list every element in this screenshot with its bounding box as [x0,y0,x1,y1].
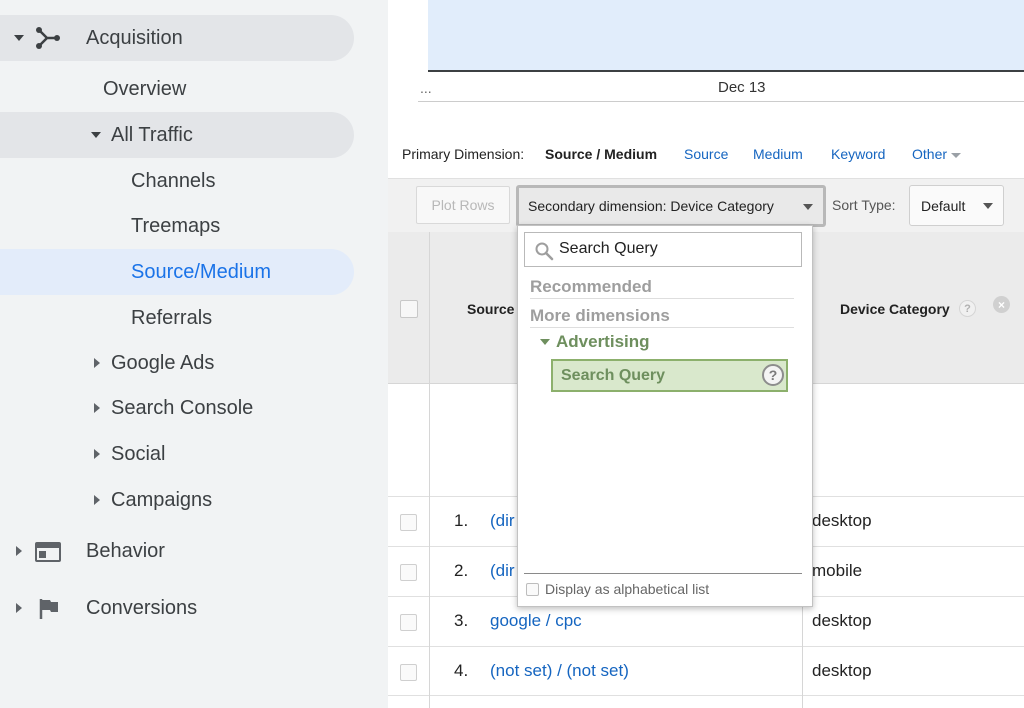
collapsed-caret-icon [94,449,100,459]
collapsed-caret-icon [94,358,100,368]
alphabetical-list-toggle[interactable]: Display as alphabetical list [526,581,709,597]
collapsed-caret-icon [94,495,100,505]
primary-dimension-keyword[interactable]: Keyword [831,146,885,162]
row-source-link[interactable]: (not set) / (not set) [490,661,629,681]
primary-dimension-other[interactable]: Other [912,146,962,162]
row-device: desktop [812,511,872,530]
chart-area [428,0,1024,72]
nav-social-label: Social [111,442,166,465]
nav-behavior-label: Behavior [86,539,165,562]
expand-caret-icon [14,35,24,41]
row-device: desktop [812,661,872,680]
nav-source-medium-label: Source/Medium [131,260,272,283]
nav-all-traffic[interactable]: All Traffic [0,112,354,158]
row-checkbox[interactable] [400,564,417,581]
column-divider [429,232,430,708]
primary-dimension-active: Source / Medium [545,146,658,162]
advertising-group[interactable]: Advertising [540,332,650,352]
active-dimension-pointer [592,170,608,178]
expand-caret-icon [91,132,101,138]
row-number: 3. [454,611,469,630]
search-query-option[interactable]: Search Query ? [551,359,788,392]
help-icon[interactable]: ? [762,364,784,386]
behavior-icon [35,542,61,562]
source-column-header[interactable]: Source [467,301,514,317]
row-source-link[interactable]: (dir [490,561,515,581]
sort-type-select[interactable]: Default [909,185,1004,226]
nav-acquisition[interactable]: Acquisition [0,15,354,61]
flag-icon [39,599,58,619]
nav-conversions-label: Conversions [86,596,198,619]
secondary-dimension-label: Secondary dimension: Device Category [528,198,774,214]
collapsed-caret-icon [16,603,22,613]
nav-source-medium[interactable]: Source/Medium [0,249,354,295]
nav-overview-label: Overview [103,77,187,100]
advertising-group-label: Advertising [556,332,650,351]
chart-ellipsis: ... [420,80,432,96]
chart-date-label: Dec 13 [718,79,766,96]
row-device: mobile [812,561,863,580]
primary-dimension-other-label: Other [912,146,948,162]
search-icon [535,242,554,261]
table-row: 4. (not set) / (not set) desktop [388,646,1024,696]
nav-acquisition-label: Acquisition [86,26,183,49]
footer-divider [524,573,802,574]
select-all-checkbox[interactable] [400,300,418,318]
collapsed-caret-icon [16,546,22,556]
chevron-down-icon [803,204,813,210]
primary-dimension-source[interactable]: Source [684,146,728,162]
plot-rows-button[interactable]: Plot Rows [416,186,510,224]
row-number: 2. [454,561,469,580]
row-checkbox[interactable] [400,614,417,631]
device-category-column-header[interactable]: Device Category [840,301,950,317]
dimension-search-input[interactable] [559,238,795,260]
expand-caret-icon [540,339,550,345]
chevron-down-icon [951,152,962,158]
row-checkbox[interactable] [400,514,417,531]
chart-axis-line [418,101,1024,102]
secondary-dimension-dropdown: Recommended More dimensions Advertising … [517,225,813,607]
help-icon[interactable]: ? [959,300,976,317]
primary-dimension-medium[interactable]: Medium [753,146,803,162]
sort-type-value: Default [921,197,966,214]
secondary-dimension-select[interactable]: Secondary dimension: Device Category [516,185,826,227]
nav-all-traffic-label: All Traffic [111,123,193,146]
nav-campaigns-label: Campaigns [111,488,213,511]
nav-search-console-label: Search Console [111,396,254,419]
nav-referrals-label: Referrals [131,306,213,329]
collapsed-caret-icon [94,403,100,413]
recommended-heading: Recommended [530,277,652,296]
section-divider [530,298,794,299]
nav-channels-label: Channels [131,169,216,192]
sort-type-label: Sort Type: [832,197,896,213]
row-device: desktop [812,611,872,630]
acquisition-icon [36,27,60,49]
row-checkbox[interactable] [400,664,417,681]
dimension-search-box[interactable] [524,232,802,267]
sidebar: Acquisition Overview All Traffic Channel… [0,0,388,708]
nav-google-ads-label: Google Ads [111,351,215,374]
alphabetical-list-checkbox[interactable] [526,582,539,596]
row-source-link[interactable]: google / cpc [490,611,582,631]
section-divider [530,327,794,328]
alphabetical-list-label: Display as alphabetical list [545,581,710,597]
search-query-option-label: Search Query [561,366,666,384]
row-number: 1. [454,511,469,530]
remove-dimension-icon[interactable]: × [993,296,1010,313]
chevron-down-icon [983,203,993,209]
primary-dimension-label: Primary Dimension: [402,146,525,162]
more-dimensions-heading: More dimensions [530,306,670,325]
nav-treemaps-label: Treemaps [131,214,221,237]
row-source-link[interactable]: (dir [490,511,515,531]
row-number: 4. [454,661,469,680]
